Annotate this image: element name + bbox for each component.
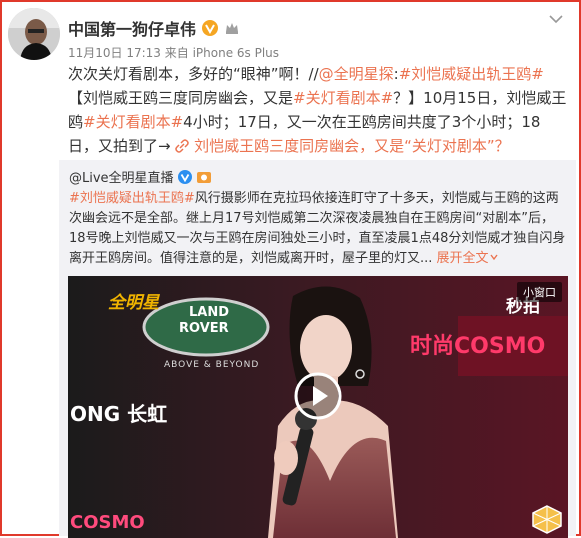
- post-meta: 11月10日 17:13 来自 iPhone 6s Plus: [68, 46, 280, 60]
- above-beyond-text: ABOVE & BEYOND: [164, 360, 260, 370]
- post-text: 次次关灯看剧本，多好的“眼神”啊！//@全明星探:#刘恺威疑出轨王鸥#【刘恺威王…: [68, 62, 570, 158]
- weibo-post-card: 中国第一狗仔卓伟 11月10日 17:13 来自 iPhone 6s Plus …: [0, 0, 581, 538]
- quoted-text: #刘恺威疑出轨王鸥#风行摄影师在克拉玛依接连盯守了十多天，刘恺威与王鸥的这两次幽…: [69, 189, 569, 269]
- hashtag-link[interactable]: #刘恺威疑出轨王鸥#: [399, 65, 544, 83]
- mention-link[interactable]: @全明星探: [319, 65, 394, 83]
- member-crown-icon: [226, 23, 239, 34]
- chevron-down-icon: [490, 254, 498, 261]
- verified-v-icon: [177, 169, 192, 184]
- quoted-username[interactable]: @Live全明星直播: [69, 167, 174, 186]
- post-text-segment: 次次关灯看剧本，多好的“眼神”啊！//: [68, 65, 319, 83]
- video-player[interactable]: 全明星 LAND ROVER ABOVE & BEYOND 秒拍 时尚COSMO…: [68, 276, 568, 538]
- article-link[interactable]: 刘恺威王鸥三度同房幽会，又是“关灯对剧本”？: [194, 137, 510, 155]
- hashtag-link[interactable]: #刘恺威疑出轨王鸥#: [69, 191, 195, 206]
- changhong-sign: ONG 长虹: [70, 402, 168, 426]
- username-row: 中国第一狗仔卓伟: [68, 16, 240, 40]
- username[interactable]: 中国第一狗仔卓伟: [68, 16, 196, 40]
- cosmo-sign: 时尚COSMO: [410, 334, 546, 359]
- member-badge-icon: [196, 171, 211, 183]
- land-rover-text: LAND: [189, 305, 230, 320]
- hashtag-link[interactable]: #关灯看剧本#: [293, 89, 393, 107]
- land-rover-text: ROVER: [179, 321, 229, 336]
- expand-full-text-link[interactable]: 展开全文: [437, 251, 499, 266]
- verified-v-icon: [202, 20, 219, 36]
- watermark-logo-icon: [532, 505, 562, 534]
- mini-window-button[interactable]: 小窗口: [517, 282, 562, 302]
- quanmingxing-watermark: 全明星: [108, 293, 159, 313]
- link-icon: [175, 139, 190, 153]
- play-icon[interactable]: [293, 371, 343, 421]
- hashtag-link[interactable]: #关灯看剧本#: [83, 113, 183, 131]
- reposted-content: @Live全明星直播 #刘恺威疑出轨王鸥#风行摄影师在克拉玛依接连盯守了十多天，…: [59, 160, 576, 538]
- expand-full-text-label: 展开全文: [436, 251, 489, 266]
- cosmo-sign: COSMO: [70, 512, 145, 533]
- avatar-photo: [8, 8, 60, 60]
- chevron-down-icon[interactable]: [547, 12, 565, 26]
- quoted-username-row: @Live全明星直播: [69, 167, 212, 186]
- post-text-segment: 【刘恺威王鸥三度同房幽会，又是: [68, 89, 294, 107]
- avatar[interactable]: [8, 8, 60, 60]
